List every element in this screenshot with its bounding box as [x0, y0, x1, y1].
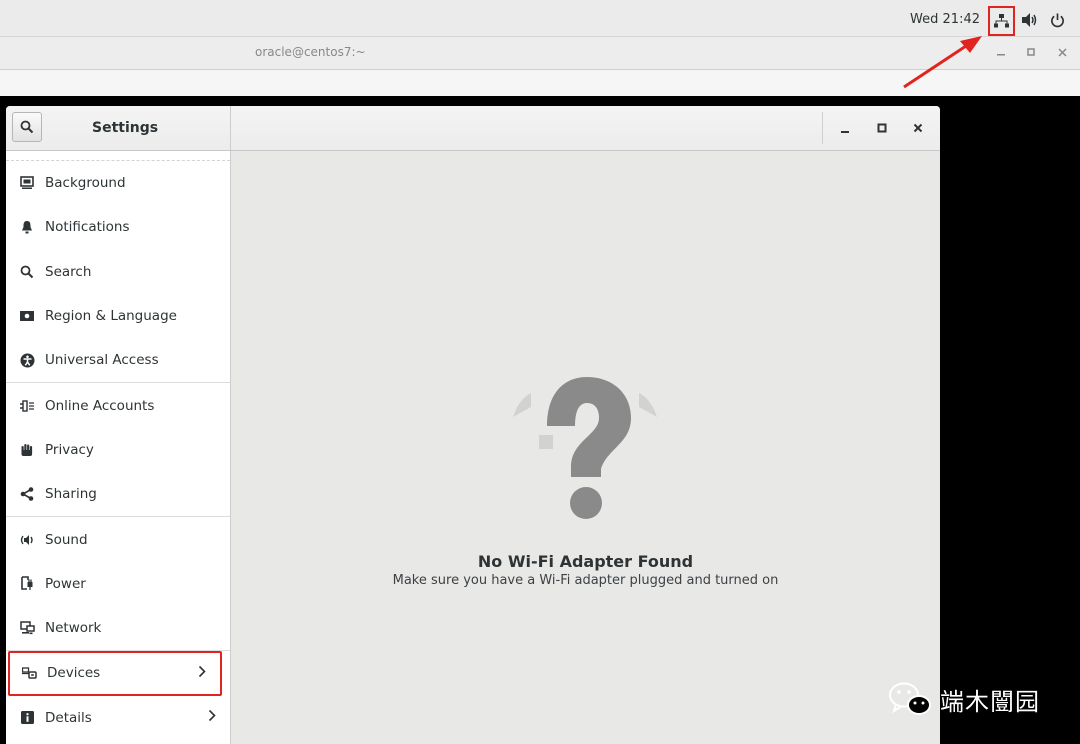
missing-adapter-question-icon [513, 377, 657, 519]
bell-icon [19, 219, 35, 235]
watermark: 端木闓园 [888, 680, 1040, 718]
sidebar-item-online-accounts[interactable]: Online Accounts [6, 383, 230, 427]
window-title: Settings [92, 120, 159, 136]
sidebar-item-background[interactable]: Background [6, 161, 230, 205]
minimize-button[interactable] [835, 118, 855, 138]
maximize-button[interactable] [872, 118, 892, 138]
sidebar-item-label: Privacy [45, 441, 94, 458]
headerbar-left: Settings [6, 106, 231, 150]
speaker-icon [1022, 13, 1037, 27]
background-icon [19, 175, 35, 191]
network-icon [19, 620, 35, 636]
network-tray-button[interactable] [988, 6, 1015, 36]
sidebar-item-sound[interactable]: Sound [6, 517, 230, 561]
sidebar-item-privacy[interactable]: Privacy [6, 428, 230, 472]
hand-icon [19, 442, 35, 458]
maximize-icon [1027, 48, 1035, 56]
headerbar-separator [822, 112, 823, 144]
sidebar-item-label: Background [45, 175, 126, 192]
sidebar-top-edge [6, 151, 230, 161]
online-accounts-icon [19, 398, 35, 414]
sidebar-item-label: Universal Access [45, 352, 159, 369]
terminal-close-button[interactable] [1053, 43, 1071, 61]
chevron-right-icon [208, 709, 216, 726]
clock[interactable]: Wed 21:42 [910, 12, 980, 27]
search-icon [20, 120, 34, 134]
sidebar-item-sharing[interactable]: Sharing [6, 472, 230, 516]
devices-icon [21, 665, 37, 681]
sidebar-item-notifications[interactable]: Notifications [6, 205, 230, 249]
wechat-icon [889, 682, 931, 715]
sidebar-item-label: Search [45, 263, 92, 280]
settings-sidebar: Background Notifications Search Region &… [6, 151, 231, 744]
sidebar-item-label: Power [45, 575, 86, 592]
close-button[interactable] [908, 118, 928, 138]
sidebar-item-label: Region & Language [45, 308, 177, 325]
close-icon [913, 123, 923, 133]
info-icon [19, 710, 35, 726]
sidebar-item-region-language[interactable]: Region & Language [6, 294, 230, 338]
terminal-titlebar: oracle@centos7:~ [0, 37, 1080, 70]
sidebar-item-label: Devices [47, 665, 101, 682]
terminal-maximize-button[interactable] [1022, 43, 1040, 61]
maximize-icon [877, 123, 887, 133]
chevron-right-icon [198, 665, 206, 682]
sidebar-item-power[interactable]: Power [6, 562, 230, 606]
sidebar-item-label: Sound [45, 531, 88, 548]
terminal-title: oracle@centos7:~ [255, 45, 366, 59]
flag-icon [19, 308, 35, 324]
sidebar-item-devices[interactable]: Devices [8, 651, 222, 696]
sidebar-item-details[interactable]: Details [6, 696, 230, 740]
terminal-body[interactable] [0, 70, 1080, 96]
wifi-content-panel: No Wi-Fi Adapter Found Make sure you hav… [231, 151, 940, 744]
close-icon [1057, 47, 1067, 57]
power-plug-icon [19, 576, 35, 592]
gnome-top-bar: Wed 21:42 [0, 0, 1080, 37]
sidebar-item-universal-access[interactable]: Universal Access [6, 338, 230, 382]
sidebar-item-network[interactable]: Network [6, 606, 230, 650]
sidebar-item-label: Sharing [45, 486, 97, 503]
minimize-icon [997, 54, 1005, 56]
sidebar-item-label: Network [45, 620, 102, 637]
minimize-icon [841, 131, 849, 133]
empty-state-subtitle: Make sure you have a Wi-Fi adapter plugg… [392, 573, 779, 588]
sidebar-item-search[interactable]: Search [6, 250, 230, 294]
search-icon [19, 264, 35, 280]
watermark-text: 端木闓园 [940, 687, 1040, 716]
share-icon [19, 486, 35, 502]
sidebar-item-label: Notifications [45, 219, 130, 236]
power-icon [1050, 12, 1064, 27]
sidebar-item-label: Details [45, 709, 92, 726]
speaker-icon [19, 532, 35, 548]
network-wired-icon [994, 14, 1009, 28]
terminal-minimize-button[interactable] [992, 43, 1010, 61]
search-button[interactable] [12, 112, 42, 142]
power-menu-button[interactable] [1049, 12, 1065, 28]
sidebar-item-label: Online Accounts [45, 397, 155, 414]
empty-state-title: No Wi-Fi Adapter Found [477, 552, 694, 571]
accessibility-icon [19, 352, 35, 368]
volume-tray-icon[interactable] [1022, 12, 1038, 28]
settings-window: Settings Background Notifications Search… [6, 106, 940, 744]
headerbar: Settings [6, 106, 940, 151]
